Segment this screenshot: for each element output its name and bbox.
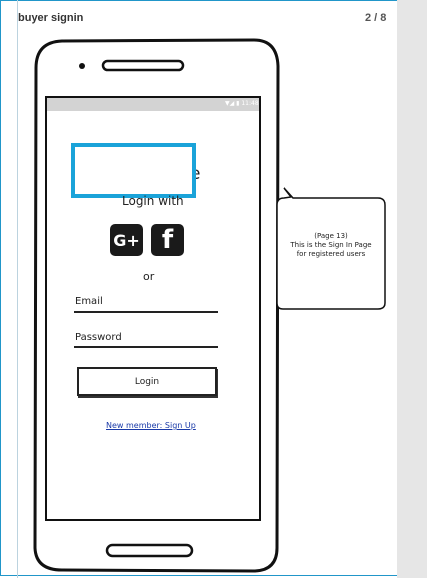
email-field[interactable] xyxy=(74,311,218,313)
or-divider-text: or xyxy=(143,270,155,283)
google-plus-icon: G+ xyxy=(113,230,140,250)
callout-line-2: This is the Sign In Page xyxy=(290,241,372,249)
login-button-label: Login xyxy=(134,376,160,387)
facebook-button[interactable]: f xyxy=(151,224,184,256)
highlight-box xyxy=(71,143,196,198)
facebook-icon: f xyxy=(161,225,174,255)
callout-line-1: (Page 13) xyxy=(314,232,348,240)
speaker-slot xyxy=(101,59,185,72)
phone-sketch xyxy=(33,38,386,573)
password-label: Password xyxy=(75,332,122,343)
callout-note: (Page 13) This is the Sign In Page for r… xyxy=(283,232,379,259)
login-button[interactable]: Login xyxy=(77,367,217,396)
email-label: Email xyxy=(75,296,103,307)
camera-icon xyxy=(79,63,85,69)
login-with-label: Login with xyxy=(122,194,184,208)
phone-body xyxy=(33,38,280,573)
password-field[interactable] xyxy=(74,346,218,348)
callout-line-3: for registered users xyxy=(296,250,366,258)
signup-link[interactable]: New member: Sign Up xyxy=(106,421,196,430)
home-button-icon xyxy=(105,543,194,558)
google-plus-button[interactable]: G+ xyxy=(110,224,143,256)
status-icons: ▼◢ ▮ 11:48 xyxy=(225,100,259,107)
